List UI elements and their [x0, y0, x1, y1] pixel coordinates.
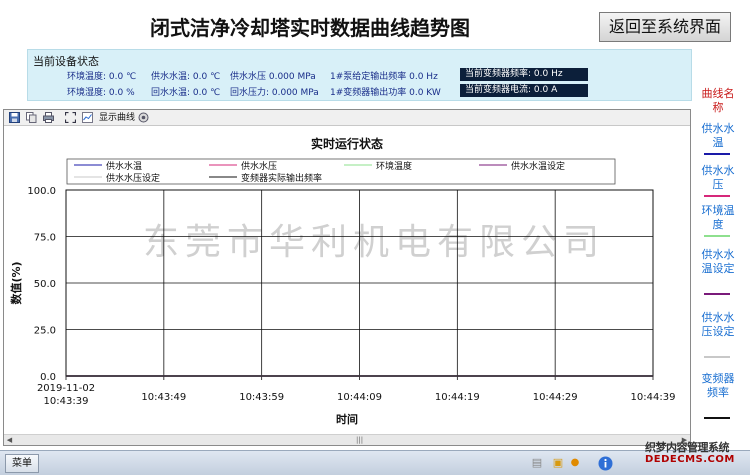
status-dot-icon: ●: [570, 457, 580, 468]
x-tick-label: 10:43:49: [141, 392, 186, 403]
printer-tray-icon[interactable]: ▤: [530, 456, 544, 470]
curve-legend-swatch: [704, 293, 730, 295]
x-tick-label: 10:43:39: [44, 396, 89, 407]
settings-icon[interactable]: [138, 112, 149, 123]
curve-legend-swatch: [704, 195, 730, 197]
ambient-humidity: 环境湿度: 0.0 %: [67, 88, 135, 98]
legend-label: 供水水温: [106, 160, 142, 172]
x-tick-label: 10:44:39: [631, 392, 676, 403]
x-tick-label: 10:43:59: [239, 392, 284, 403]
curve-legend-item[interactable]: 供水水温设定: [700, 248, 736, 276]
curve-legend-item[interactable]: 环境温度: [700, 204, 736, 232]
return-water-pressure: 回水压力: 0.000 MPa: [230, 88, 319, 98]
legend-label: 变频器实际输出频率: [241, 172, 322, 184]
legend-label: 供水水压设定: [106, 172, 160, 184]
curve-legend-item[interactable]: 供水水压设定: [700, 311, 736, 339]
x-tick-label: 10:44:29: [533, 392, 578, 403]
inverter-current-box: 当前变频器电流: 0.0 A: [460, 84, 588, 97]
x-axis-label: 时间: [336, 412, 358, 426]
curve-legend-item[interactable]: 变频器频率: [700, 372, 736, 400]
show-curve-button[interactable]: 显示曲线: [99, 112, 135, 124]
scroll-left-arrow-icon[interactable]: ◀: [4, 435, 15, 445]
x-tick-label: 10:44:09: [337, 392, 382, 403]
y-tick-label: 75.0: [34, 233, 56, 244]
curve-legend-swatch: [704, 356, 730, 358]
legend-label: 供水水温设定: [511, 160, 565, 172]
watermark-cms-domain: DEDECMS.COM: [645, 454, 735, 465]
supply-water-pressure: 供水水压 0.000 MPa: [230, 72, 316, 82]
save-icon[interactable]: [9, 112, 20, 123]
device-status-panel: 当前设备状态 环境温度: 0.0 ℃ 供水水温: 0.0 ℃ 供水水压 0.00…: [27, 49, 692, 101]
chart-watermark: 东莞市华利机电有限公司: [143, 222, 605, 263]
x-tick-label: 10:44:19: [435, 392, 480, 403]
chart-curve-icon[interactable]: [82, 112, 93, 123]
curve-legend-swatch: [704, 153, 730, 155]
curve-legend-swatch: [704, 235, 730, 237]
page-title: 闭式洁净冷却塔实时数据曲线趋势图: [150, 16, 470, 40]
inverter1-output-power: 1#变频器输出功率 0.0 KW: [330, 88, 441, 98]
ambient-temperature: 环境温度: 0.0 ℃: [67, 72, 137, 82]
start-menu-button[interactable]: 菜单: [5, 454, 39, 473]
folder-tray-icon[interactable]: ▣: [550, 456, 566, 470]
status-panel-title: 当前设备状态: [33, 55, 99, 68]
y-tick-label: 0.0: [40, 372, 56, 383]
print-icon[interactable]: [43, 112, 54, 123]
zoom-fit-icon[interactable]: [64, 111, 77, 124]
curve-legend-header: 曲线名称: [701, 87, 735, 114]
y-tick-label: 100.0: [27, 186, 56, 197]
curve-legend-swatch: [704, 417, 730, 419]
info-icon[interactable]: [597, 456, 613, 471]
x-tick-label: 2019-11-02: [37, 383, 95, 394]
legend-label: 环境温度: [376, 160, 412, 172]
y-tick-label: 50.0: [34, 279, 56, 290]
return-water-temperature: 回水水温: 0.0 ℃: [151, 88, 221, 98]
supply-water-temperature: 供水水温: 0.0 ℃: [151, 72, 221, 82]
taskbar: 菜单 ▤ ▣ ●: [0, 450, 750, 475]
chart-toolbar: 显示曲线: [4, 110, 690, 126]
pump1-set-frequency: 1#泵给定输出频率 0.0 Hz: [330, 72, 438, 82]
chart-title: 实时运行状态: [311, 136, 383, 151]
horizontal-scrollbar[interactable]: ◀ ||| ▶: [4, 434, 690, 445]
y-axis-label: 数值(%): [9, 261, 23, 304]
trend-chart: 东莞市华利机电有限公司 实时运行状态供水水温 供水水压 环境温度 供水水温设定供水水压设…: [9, 136, 676, 426]
app-window: 闭式洁净冷却塔实时数据曲线趋势图 返回至系统界面 当前设备状态 环境温度: 0.…: [0, 0, 750, 475]
inverter-frequency-box: 当前变频器频率: 0.0 Hz: [460, 68, 588, 81]
back-to-system-button[interactable]: 返回至系统界面: [599, 12, 731, 42]
curve-legend-item[interactable]: 供水水温: [700, 122, 736, 150]
curve-legend-item[interactable]: 供水水压: [700, 164, 736, 192]
y-tick-label: 25.0: [34, 326, 56, 337]
watermark-cms-text: 织梦内容管理系统: [645, 441, 730, 454]
copy-icon[interactable]: [26, 112, 37, 123]
legend-label: 供水水压: [241, 160, 277, 172]
scrollbar-grip-icon[interactable]: |||: [356, 436, 364, 444]
